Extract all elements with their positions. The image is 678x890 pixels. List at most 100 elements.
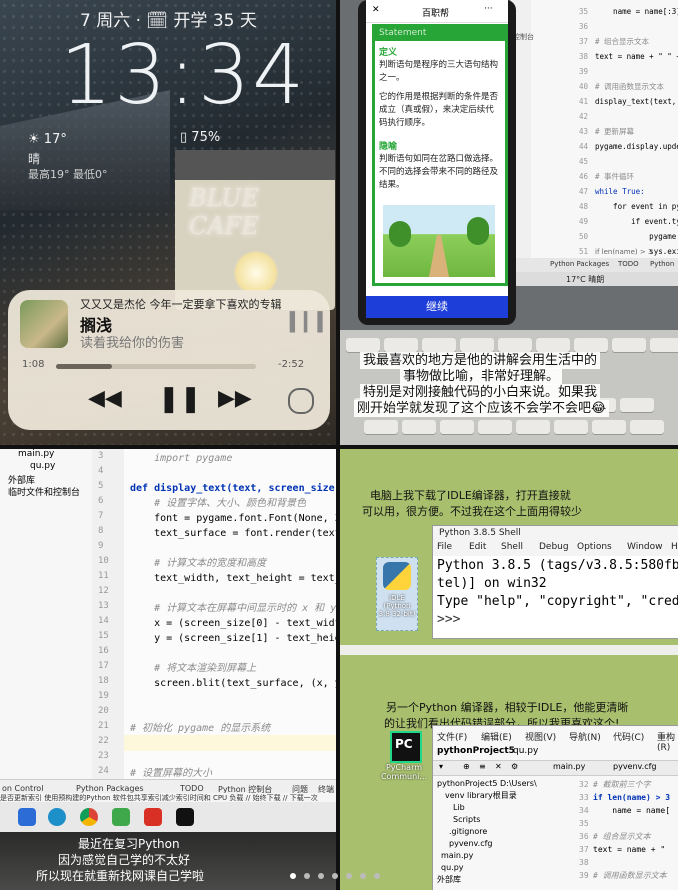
remaining-time: -2:52: [278, 359, 305, 370]
line-number: 33: [579, 793, 589, 802]
elapsed-time: 1:08: [22, 359, 45, 370]
pycharm-menu-item[interactable]: 编辑(E): [481, 730, 512, 743]
idle-menu-item[interactable]: Help: [671, 542, 678, 552]
code-line: def display_text(text, screen_size):: [130, 483, 336, 494]
airplay-button[interactable]: [288, 388, 314, 414]
idle-menu-item[interactable]: File: [437, 542, 452, 552]
close-icon[interactable]: ✕: [495, 762, 502, 771]
code-line: import pygame: [130, 453, 233, 464]
tree-item[interactable]: Lib: [453, 802, 465, 814]
idle-icon-label: IDLE (Python 3.8 32-bit): [378, 594, 416, 618]
tool-tab[interactable]: Python Packages: [76, 784, 144, 793]
idle-shell-body: Python 3.8.5 (tags/v3.8.5:580fb tel)] on…: [433, 556, 678, 638]
code-line: # 截取前三个字: [593, 780, 651, 789]
code-line: # 调用函数显示文本: [595, 82, 665, 91]
more-icon[interactable]: ···: [484, 4, 493, 14]
tree-item[interactable]: .gitignore: [449, 826, 487, 838]
settings-icon[interactable]: ⚙: [511, 762, 518, 771]
line-number: 16: [98, 646, 109, 656]
close-icon[interactable]: ✕: [372, 5, 380, 15]
line-number: 12: [98, 586, 109, 596]
idle-menu-item[interactable]: Debug: [539, 542, 569, 552]
idle-menu-item[interactable]: Options: [577, 542, 612, 552]
tab-python-packages[interactable]: Python Packages: [550, 260, 609, 268]
page-dot[interactable]: [318, 873, 324, 879]
tool-tab[interactable]: on Control: [2, 784, 43, 793]
pycharm-project-tree: pythonProject5 D:\Users\ venv library根目录 L…: [437, 778, 541, 890]
idle-menu-item[interactable]: Shell: [501, 542, 523, 552]
card-header: Statement: [379, 28, 427, 38]
pause-button[interactable]: ❚❚: [158, 384, 202, 414]
line-number: 35: [579, 7, 589, 16]
target-icon[interactable]: ⊕: [463, 762, 470, 771]
tree-item[interactable]: 临时文件和控制台: [8, 485, 80, 498]
wechat-icon[interactable]: [112, 808, 130, 826]
page-dot[interactable]: [332, 873, 338, 879]
pycharm-menu-item[interactable]: 重构(R): [657, 730, 677, 753]
line-gutter: 3 4 5 6 7 8 9 10 11 12 13 14 15 16 17 18 19 20 21 22 23 24: [92, 449, 124, 779]
python-logo-icon: [383, 562, 411, 590]
code-line: text = name + " " +: [595, 52, 678, 61]
tree-item[interactable]: pyvenv.cfg: [449, 838, 493, 850]
pycharm-menu-item[interactable]: 代码(C): [613, 730, 644, 743]
page-dot[interactable]: [346, 873, 352, 879]
continue-button[interactable]: 继续: [366, 296, 508, 318]
editor-tab-pyvenv[interactable]: pyvenv.cfg: [613, 762, 657, 771]
weather-widget: ☀ 17°: [28, 132, 67, 147]
line-number: 21: [98, 721, 109, 731]
page-dot[interactable]: [304, 873, 310, 879]
line-number: 7: [98, 511, 104, 521]
line-number: 37: [579, 845, 589, 854]
code-line: text_surface = font.render(text, True: [154, 528, 336, 539]
chrome-icon[interactable]: [80, 808, 98, 826]
caption-line-1: 最近在复习Python: [78, 837, 180, 851]
tree-item[interactable]: 外部库: [437, 874, 461, 886]
tree-item[interactable]: venv library根目录: [445, 790, 517, 802]
edge-icon[interactable]: [48, 808, 66, 826]
tree-item[interactable]: main.py: [18, 449, 54, 459]
collapse-icon[interactable]: ≡: [479, 762, 486, 771]
tree-item[interactable]: pythonProject5 D:\Users\: [437, 778, 537, 790]
pycharm-menu-item[interactable]: 文件(F): [437, 730, 467, 743]
windows-start-icon[interactable]: [18, 808, 36, 826]
tool-tab[interactable]: TODO: [180, 784, 204, 793]
rewind-button[interactable]: ◀◀: [88, 386, 122, 411]
code-line: y = (screen_size[1] - text_height) //: [154, 633, 336, 644]
tree-item[interactable]: qu.py: [441, 862, 464, 874]
forward-button[interactable]: ▶▶: [218, 386, 252, 411]
tree-item[interactable]: main.py: [441, 850, 473, 862]
tab-todo[interactable]: TODO: [618, 260, 639, 268]
code-line: if len(name) > 3: [593, 793, 671, 802]
editor-tab-main[interactable]: main.py: [553, 762, 585, 771]
tree-item[interactable]: qu.py: [30, 461, 55, 471]
pycharm-taskbar-icon[interactable]: [176, 808, 194, 826]
code-line: # 初始化 pygame 的显示系统: [130, 723, 271, 734]
idle-menu-bar: File Edit Shell Debug Options Window Help: [437, 542, 678, 554]
page-dot[interactable]: [290, 873, 296, 879]
pycharm-toolbar: ▾ ⊕ ≡ ✕ ⚙ main.py pyvenv.cfg: [433, 760, 678, 776]
page-dot[interactable]: [360, 873, 366, 879]
waveform-icon: ▍▎▍: [290, 312, 332, 333]
pycharm-menu-item[interactable]: 视图(V): [525, 730, 556, 743]
project-name[interactable]: pythonProject5: [437, 746, 515, 756]
current-file[interactable]: qu.py: [513, 746, 538, 756]
project-dropdown-icon[interactable]: ▾: [439, 762, 443, 771]
pycharm-desktop-icon[interactable]: PC PyCharm Communi...: [381, 731, 427, 791]
progress-bar[interactable]: [56, 364, 256, 369]
idle-menu-item[interactable]: Window: [627, 542, 663, 552]
idle-prompt[interactable]: >>>: [437, 612, 460, 627]
line-number: 14: [98, 616, 109, 626]
wps-icon[interactable]: [144, 808, 162, 826]
weather-condition: 晴: [28, 152, 41, 166]
tab-python[interactable]: Python: [650, 260, 674, 268]
code-editor: main.py qu.py 外部库 临时文件和控制台 3 4 5 6 7 8 9 10 11 12…: [0, 449, 336, 779]
idle-menu-item[interactable]: Edit: [469, 542, 486, 552]
line-number: 17: [98, 661, 109, 671]
lesson-card: Statement 定义 判断语句是程序的三大语句结构之一。 它的作用是根据判断…: [372, 24, 508, 286]
weather-high-low: 最高19° 最低0°: [28, 168, 108, 181]
code-line: x = (screen_size[0] - text_width) //: [154, 618, 336, 629]
pycharm-menu-item[interactable]: 导航(N): [569, 730, 601, 743]
tree-item[interactable]: Scripts: [453, 814, 480, 826]
idle-desktop-icon[interactable]: IDLE (Python 3.8 32-bit): [376, 557, 418, 631]
page-dot[interactable]: [374, 873, 380, 879]
